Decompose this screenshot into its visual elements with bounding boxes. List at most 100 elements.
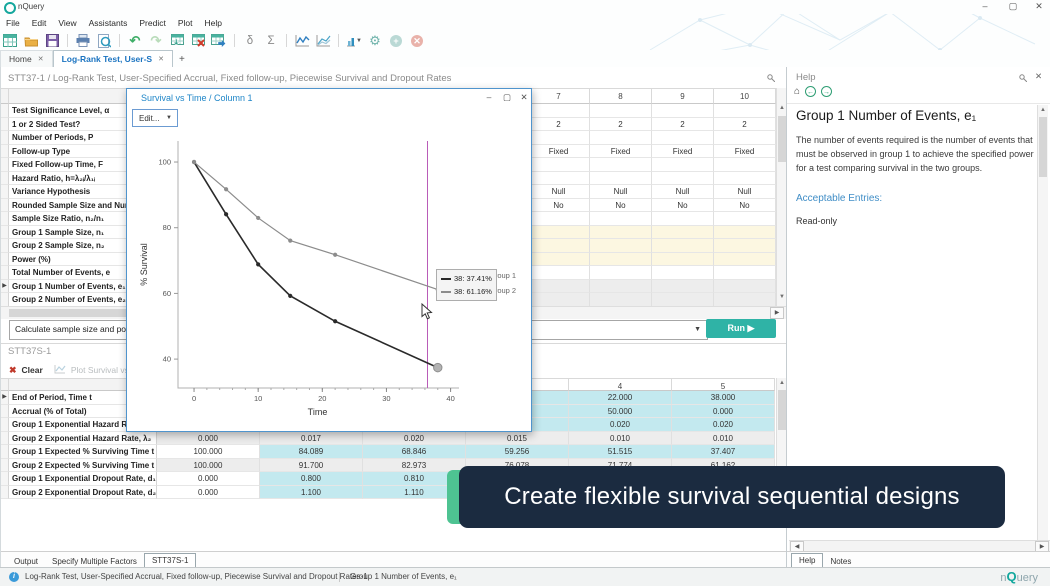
save-icon[interactable] xyxy=(44,33,60,48)
table-cell[interactable]: 100.000 xyxy=(157,445,260,459)
tab-home[interactable]: Home ✕ xyxy=(0,50,53,67)
pin-icon[interactable] xyxy=(767,74,775,82)
new-table-icon[interactable] xyxy=(2,33,18,48)
table-cell[interactable]: Null xyxy=(714,185,776,199)
row-label[interactable]: Group 2 Exponential Hazard Rate, λ₂ xyxy=(9,431,157,445)
close-icon[interactable]: ✕ xyxy=(517,92,531,103)
back-icon[interactable]: ← xyxy=(805,86,817,97)
table-cell[interactable] xyxy=(714,171,776,185)
chevron-down-icon[interactable]: ▼ xyxy=(356,38,362,44)
undo-icon[interactable]: ↶ xyxy=(127,33,143,48)
table-cell[interactable]: 0.017 xyxy=(260,431,363,445)
clear-button[interactable]: Clear xyxy=(22,365,43,375)
table-cell[interactable] xyxy=(590,239,652,253)
vertical-scrollbar[interactable]: ▲ xyxy=(1037,105,1048,540)
table-cell[interactable] xyxy=(590,171,652,185)
table-cell[interactable] xyxy=(528,212,590,226)
print-icon[interactable] xyxy=(75,33,91,48)
table-cell[interactable]: 22.000 xyxy=(569,391,672,405)
table-cell[interactable] xyxy=(714,239,776,253)
table-cell[interactable] xyxy=(714,266,776,280)
table-cell[interactable]: No xyxy=(528,198,590,212)
table-cell[interactable] xyxy=(528,104,590,118)
table-cell[interactable] xyxy=(590,131,652,145)
table-cell[interactable] xyxy=(652,239,714,253)
menu-item-file[interactable]: File xyxy=(6,18,20,28)
table-cell[interactable] xyxy=(590,212,652,226)
close-icon[interactable]: ✕ xyxy=(1035,71,1042,82)
table-cell[interactable] xyxy=(528,158,590,172)
table-cell[interactable]: Fixed xyxy=(652,144,714,158)
column-header[interactable]: 5 xyxy=(672,378,775,391)
redo-icon[interactable]: ↷ xyxy=(148,33,164,48)
table-cell[interactable] xyxy=(590,266,652,280)
export-table-icon[interactable] xyxy=(211,33,227,48)
paste-table-icon[interactable] xyxy=(169,33,185,48)
column-header[interactable]: 10 xyxy=(714,88,776,104)
table-cell[interactable]: 0.010 xyxy=(672,431,775,445)
table-cell[interactable] xyxy=(714,104,776,118)
table-cell[interactable]: 0.020 xyxy=(672,418,775,432)
minimize-icon[interactable]: – xyxy=(482,92,496,102)
column-header[interactable]: 8 xyxy=(590,88,652,104)
table-cell[interactable] xyxy=(528,279,590,293)
tab-log-rank-test-user-s[interactable]: Log-Rank Test, User-S ✕ xyxy=(52,50,173,67)
close-icon[interactable]: ✕ xyxy=(38,55,44,63)
table-cell[interactable]: 0.020 xyxy=(363,431,466,445)
table-cell[interactable]: 0.015 xyxy=(466,431,569,445)
table-cell[interactable] xyxy=(528,225,590,239)
table-cell[interactable]: 0.000 xyxy=(672,404,775,418)
table-cell[interactable]: 2 xyxy=(528,117,590,131)
table-cell[interactable] xyxy=(528,171,590,185)
menu-item-edit[interactable]: Edit xyxy=(32,18,47,28)
pin-icon[interactable] xyxy=(1019,74,1027,82)
menu-item-view[interactable]: View xyxy=(58,18,76,28)
table-cell[interactable]: 0.010 xyxy=(569,431,672,445)
bar-chart-icon[interactable]: ▼ xyxy=(346,33,362,48)
new-tab-button[interactable]: + xyxy=(179,54,185,67)
menu-item-help[interactable]: Help xyxy=(205,18,222,28)
delta-icon[interactable]: δ xyxy=(242,33,258,48)
table-cell[interactable]: 1.100 xyxy=(260,485,363,499)
table-cell[interactable]: 100.000 xyxy=(157,458,260,472)
table-cell[interactable] xyxy=(652,104,714,118)
table-cell[interactable] xyxy=(714,279,776,293)
column-header[interactable]: 9 xyxy=(652,88,714,104)
open-folder-icon[interactable] xyxy=(23,33,39,48)
table-cell[interactable] xyxy=(652,293,714,307)
row-label[interactable]: Group 1 Exponential Dropout Rate, d₁ xyxy=(9,472,157,486)
delete-table-icon[interactable] xyxy=(190,33,206,48)
maximize-icon[interactable]: ▢ xyxy=(1006,1,1020,12)
table-cell[interactable] xyxy=(652,266,714,280)
table-cell[interactable]: 68.846 xyxy=(363,445,466,459)
table-cell[interactable] xyxy=(714,252,776,266)
menu-item-predict[interactable]: Predict xyxy=(139,18,165,28)
run-button[interactable]: Run ▶ xyxy=(706,319,776,338)
table-cell[interactable] xyxy=(528,252,590,266)
table-cell[interactable] xyxy=(714,225,776,239)
table-cell[interactable] xyxy=(714,158,776,172)
table-cell[interactable] xyxy=(652,212,714,226)
table-cell[interactable]: No xyxy=(652,198,714,212)
maximize-icon[interactable]: ▢ xyxy=(500,92,514,103)
table-cell[interactable]: 0.800 xyxy=(260,472,363,486)
minimize-icon[interactable]: – xyxy=(978,1,992,11)
menu-item-plot[interactable]: Plot xyxy=(178,18,193,28)
table-cell[interactable]: No xyxy=(714,198,776,212)
table-cell[interactable] xyxy=(528,239,590,253)
forward-icon[interactable]: → xyxy=(821,86,833,97)
table-cell[interactable]: 2 xyxy=(590,117,652,131)
menu-item-assistants[interactable]: Assistants xyxy=(89,18,128,28)
table-cell[interactable] xyxy=(714,293,776,307)
table-cell[interactable]: 2 xyxy=(652,117,714,131)
table-cell[interactable]: Fixed xyxy=(528,144,590,158)
table-cell[interactable]: 0.000 xyxy=(157,485,260,499)
table-cell[interactable]: Null xyxy=(590,185,652,199)
line-plot-icon[interactable] xyxy=(294,33,310,48)
table-cell[interactable] xyxy=(590,158,652,172)
table-cell[interactable] xyxy=(528,131,590,145)
area-plot-icon[interactable] xyxy=(315,33,331,48)
table-cell[interactable]: 37.407 xyxy=(672,445,775,459)
table-cell[interactable]: No xyxy=(590,198,652,212)
row-label[interactable]: Group 1 Expected % Surviving Time t xyxy=(9,445,157,459)
